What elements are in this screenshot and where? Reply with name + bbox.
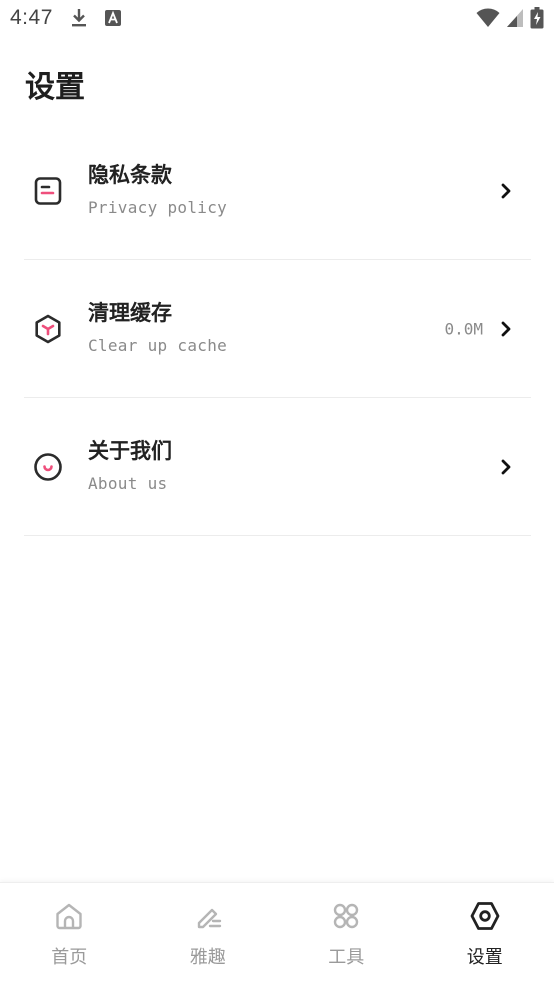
smile-circle-icon — [34, 452, 62, 481]
settings-hexagon-icon — [470, 902, 500, 930]
setting-subtitle: Clear up cache — [88, 336, 228, 355]
nav-item-tools[interactable]: 工具 — [277, 883, 416, 984]
nav-item-home[interactable]: 首页 — [0, 883, 139, 984]
signal-icon — [507, 9, 523, 27]
chevron-right-icon — [501, 459, 511, 474]
privacy-policy-text: 隐私条款 Privacy policy — [88, 160, 227, 217]
nav-item-settings[interactable]: 设置 — [416, 883, 554, 984]
chevron-right-icon — [501, 321, 511, 336]
nav-label: 设置 — [466, 947, 503, 968]
home-icon — [56, 903, 82, 930]
nav-item-yaqu[interactable]: 雅趣 — [139, 883, 278, 984]
bottom-nav: 首页 雅趣 工具 设置 — [0, 882, 554, 984]
nav-label: 工具 — [328, 947, 365, 968]
wifi-icon — [476, 8, 500, 27]
cache-size-value: 0.0M — [444, 319, 483, 338]
hexagon-y-icon — [35, 314, 61, 343]
pen-icon — [197, 908, 221, 929]
chevron-right-icon — [501, 183, 511, 198]
settings-screen: 4:47 设置 隐私条款 Privacy policy 清理缓存 Clear u… — [0, 0, 554, 984]
status-right-icons — [476, 7, 544, 29]
nav-label: 雅趣 — [189, 947, 226, 968]
document-icon — [34, 176, 62, 205]
download-icon — [71, 9, 86, 27]
about-us-item[interactable]: 关于我们 About us — [24, 398, 531, 536]
privacy-policy-item[interactable]: 隐私条款 Privacy policy — [24, 122, 531, 260]
font-a-icon — [104, 10, 121, 26]
status-bar: 4:47 — [0, 0, 554, 36]
setting-subtitle: Privacy policy — [88, 198, 228, 217]
settings-list: 隐私条款 Privacy policy 清理缓存 Clear up cache … — [24, 122, 531, 536]
grid-icon — [334, 903, 359, 929]
nav-label: 首页 — [51, 947, 88, 968]
setting-title: 隐私条款 — [88, 163, 172, 187]
page-title: 设置 — [25, 70, 85, 105]
about-us-text: 关于我们 About us — [88, 436, 172, 493]
setting-title: 清理缓存 — [88, 301, 172, 325]
setting-title: 关于我们 — [88, 439, 172, 463]
clear-cache-text: 清理缓存 Clear up cache — [88, 298, 227, 355]
setting-subtitle: About us — [88, 474, 168, 493]
battery-charging-icon — [530, 7, 544, 29]
status-time: 4:47 — [10, 6, 53, 29]
clear-cache-item[interactable]: 清理缓存 Clear up cache 0.0M — [24, 260, 531, 398]
status-left-icons — [71, 8, 121, 28]
